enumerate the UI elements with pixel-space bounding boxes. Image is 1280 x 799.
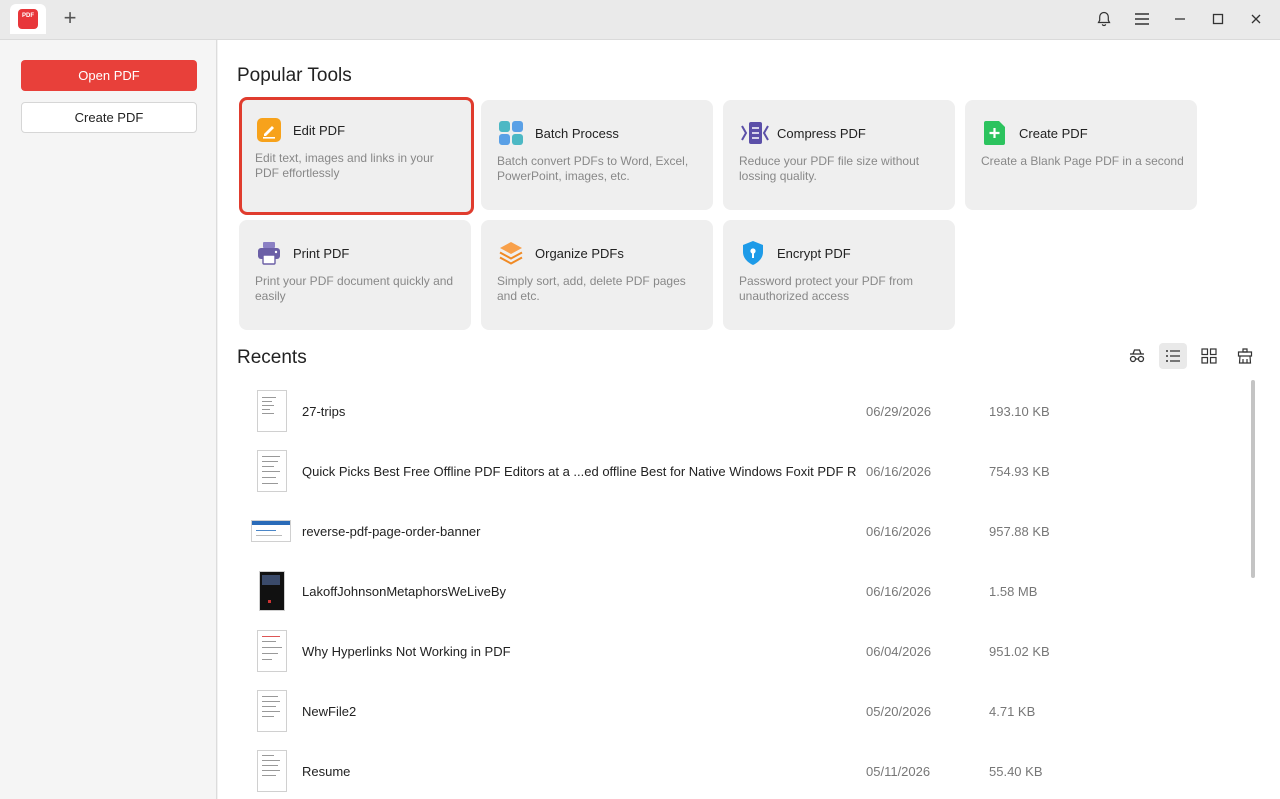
tool-description: Password protect your PDF from unauthori… [739, 274, 914, 303]
file-size: 957.88 KB [989, 524, 1050, 539]
file-size: 951.02 KB [989, 644, 1050, 659]
file-name: reverse-pdf-page-order-banner [302, 524, 481, 539]
tool-name: Batch Process [535, 126, 619, 141]
notification-bell-icon[interactable] [1092, 8, 1116, 30]
grid-view-icon[interactable] [1195, 343, 1223, 369]
tool-name: Organize PDFs [535, 246, 624, 261]
create-icon [982, 120, 1008, 146]
tool-description: Print your PDF document quickly and easi… [255, 274, 454, 303]
file-name: Resume [302, 764, 351, 779]
main-panel: Popular Tools Edit PDF Edit text, images… [218, 40, 1280, 799]
recent-file-row[interactable]: reverse-pdf-page-order-banner 06/16/2026… [251, 510, 1211, 570]
open-pdf-button[interactable]: Open PDF [21, 60, 197, 91]
tool-description: Create a Blank Page PDF in a second [981, 154, 1184, 168]
file-size: 55.40 KB [989, 764, 1043, 779]
file-name: 27-trips [302, 404, 346, 419]
add-tab-button[interactable]: + [60, 7, 80, 30]
tool-description: Edit text, images and links in your PDF … [255, 151, 434, 180]
app-logo-icon: PDF [18, 9, 38, 29]
file-date: 05/11/2026 [866, 764, 931, 779]
file-date: 06/29/2026 [866, 404, 932, 419]
tool-description: Reduce your PDF file size without lossin… [739, 154, 920, 183]
tool-name: Compress PDF [777, 126, 866, 141]
file-thumbnail [257, 750, 287, 792]
tool-card-print-pdf[interactable]: Print PDF Print your PDF document quickl… [239, 220, 471, 330]
tool-name: Encrypt PDF [777, 246, 851, 261]
recent-file-row[interactable]: Why Hyperlinks Not Working in PDF 06/04/… [251, 630, 1211, 690]
sidebar: Open PDF Create PDF [0, 40, 217, 799]
file-size: 4.71 KB [989, 704, 1036, 719]
popular-tools-title: Popular Tools [237, 65, 352, 86]
file-size: 193.10 KB [989, 404, 1050, 419]
recents-scrollbar[interactable] [1251, 380, 1255, 578]
tool-name: Print PDF [293, 246, 350, 261]
organize-icon [498, 240, 524, 266]
file-date: 06/16/2026 [866, 464, 932, 479]
maximize-icon[interactable] [1206, 8, 1230, 30]
tool-description: Batch convert PDFs to Word, Excel, Power… [497, 154, 689, 183]
title-bar: PDF + [0, 0, 1280, 40]
file-thumbnail [251, 520, 291, 542]
recent-file-row[interactable]: LakoffJohnsonMetaphorsWeLiveBy 06/16/202… [251, 570, 1211, 630]
clear-recents-icon[interactable] [1231, 343, 1259, 369]
tool-name: Create PDF [1019, 126, 1088, 141]
file-thumbnail [257, 390, 287, 432]
file-date: 06/16/2026 [866, 524, 932, 539]
batch-icon [498, 120, 524, 146]
hide-icon[interactable] [1123, 343, 1151, 369]
list-view-icon[interactable] [1159, 343, 1187, 369]
file-size: 754.93 KB [989, 464, 1050, 479]
file-name: LakoffJohnsonMetaphorsWeLiveBy [302, 584, 507, 599]
tool-card-organize-pdfs[interactable]: Organize PDFs Simply sort, add, delete P… [481, 220, 713, 330]
recent-file-row[interactable]: NewFile2 05/20/2026 4.71 KB [251, 690, 1211, 750]
file-date: 06/04/2026 [866, 644, 932, 659]
tool-card-batch-process[interactable]: Batch Process Batch convert PDFs to Word… [481, 100, 713, 210]
minimize-icon[interactable] [1168, 8, 1192, 30]
tool-card-create-pdf[interactable]: Create PDF Create a Blank Page PDF in a … [965, 100, 1197, 210]
file-date: 06/16/2026 [866, 584, 932, 599]
recent-file-row[interactable]: 27-trips 06/29/2026 193.10 KB [251, 390, 1211, 450]
shield-icon [740, 240, 766, 266]
print-icon [256, 240, 282, 266]
tool-card-edit-pdf[interactable]: Edit PDF Edit text, images and links in … [239, 97, 474, 215]
file-thumbnail [257, 690, 287, 732]
file-name: Why Hyperlinks Not Working in PDF [302, 644, 511, 659]
file-name: NewFile2 [302, 704, 357, 719]
file-date: 05/20/2026 [866, 704, 932, 719]
file-thumbnail [259, 571, 285, 611]
tool-card-encrypt-pdf[interactable]: Encrypt PDF Password protect your PDF fr… [723, 220, 955, 330]
create-pdf-button[interactable]: Create PDF [21, 102, 197, 133]
recent-file-row[interactable]: Resume 05/11/2026 55.40 KB [251, 750, 1211, 799]
menu-icon[interactable] [1130, 8, 1154, 30]
compress-icon [740, 120, 769, 146]
home-tab[interactable]: PDF [10, 4, 46, 34]
recents-title: Recents [237, 347, 307, 368]
recent-file-row[interactable]: Quick Picks Best Free Offline PDF Editor… [251, 450, 1211, 510]
file-name: Quick Picks Best Free Offline PDF Editor… [302, 464, 857, 479]
tool-description: Simply sort, add, delete PDF pages and e… [497, 274, 686, 303]
file-thumbnail [257, 450, 287, 492]
edit-icon [256, 117, 282, 143]
file-thumbnail [257, 630, 287, 672]
close-icon[interactable] [1244, 8, 1268, 30]
tool-name: Edit PDF [293, 123, 346, 138]
file-size: 1.58 MB [989, 584, 1038, 599]
tool-card-compress-pdf[interactable]: Compress PDF Reduce your PDF file size w… [723, 100, 955, 210]
